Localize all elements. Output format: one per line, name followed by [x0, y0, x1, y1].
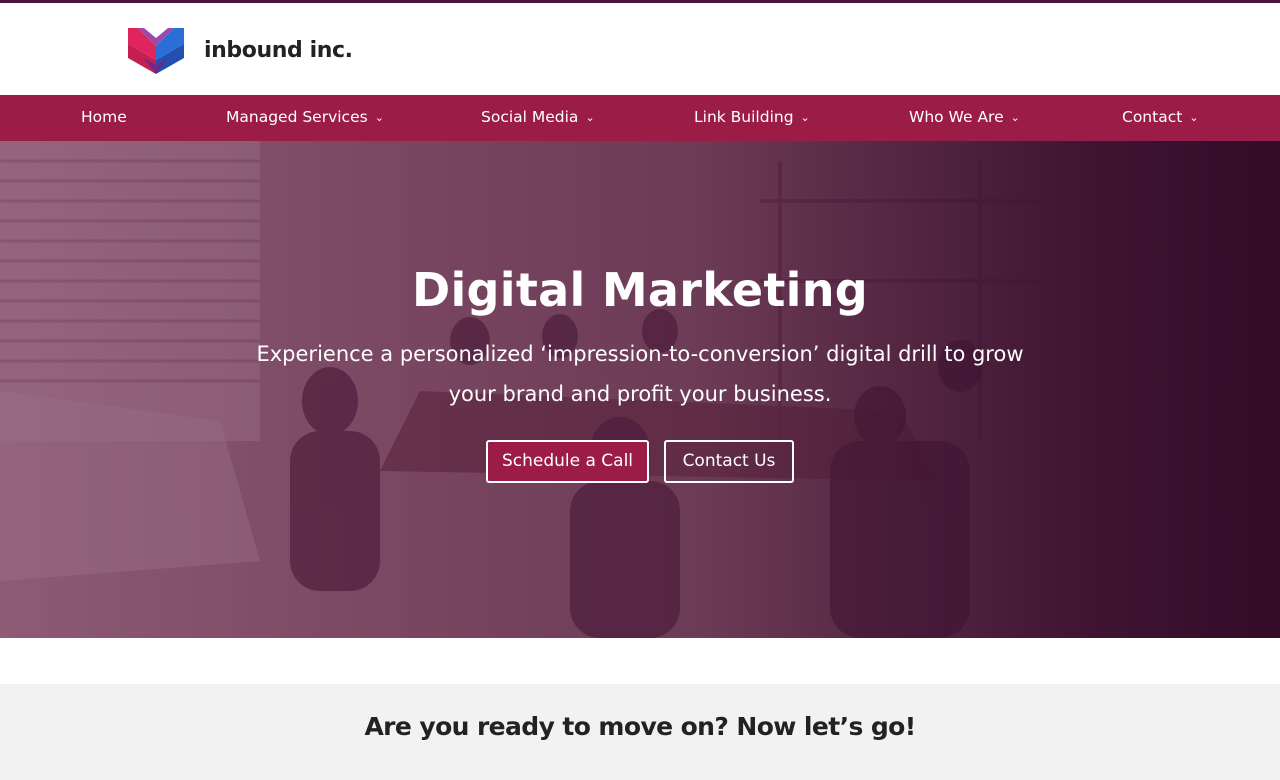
chevron-down-icon: ⌄: [585, 111, 595, 124]
logo[interactable]: inbound inc.: [126, 24, 353, 76]
nav-item-link-building[interactable]: Link Building ⌄: [694, 95, 810, 141]
section-heading-light: Are you ready to move on?: [364, 712, 729, 741]
site-header: inbound inc.: [0, 3, 1280, 95]
nav-item-who-we-are[interactable]: Who We Are ⌄: [909, 95, 1020, 141]
nav-item-label: Managed Services: [226, 108, 368, 126]
main-nav: Home Managed Services ⌄ Social Media ⌄ Lin…: [0, 95, 1280, 141]
section-heading-bold: Now let’s go!: [736, 712, 916, 741]
nav-item-home[interactable]: Home: [81, 95, 127, 141]
hero-subtitle: Experience a personalized ‘impression-to…: [256, 342, 1024, 406]
schedule-call-button[interactable]: Schedule a Call: [486, 440, 649, 483]
chevron-down-icon: ⌄: [800, 111, 810, 124]
nav-item-managed-services[interactable]: Managed Services ⌄: [226, 95, 384, 141]
chevron-down-icon: ⌄: [1010, 111, 1020, 124]
nav-item-label: Contact: [1122, 108, 1183, 126]
chevron-down-icon: ⌄: [374, 111, 384, 124]
nav-item-label: Who We Are: [909, 108, 1004, 126]
brand-name: inbound inc.: [204, 37, 353, 63]
nav-item-contact[interactable]: Contact ⌄: [1122, 95, 1199, 141]
hero-banner: Digital Marketing Experience a personali…: [0, 141, 1280, 638]
nav-item-label: Home: [81, 108, 127, 126]
nav-item-label: Link Building: [694, 108, 794, 126]
nav-item-social-media[interactable]: Social Media ⌄: [481, 95, 595, 141]
contact-us-button[interactable]: Contact Us: [664, 440, 794, 483]
chevron-down-icon: ⌄: [1189, 111, 1199, 124]
hero-title: Digital Marketing: [411, 263, 869, 317]
nav-item-label: Social Media: [481, 108, 579, 126]
section-heading: Are you ready to move on? Now let’s go!: [0, 712, 1280, 741]
inbound-logo-icon: [128, 28, 184, 74]
cta-section: Are you ready to move on? Now let’s go!: [0, 684, 1280, 780]
